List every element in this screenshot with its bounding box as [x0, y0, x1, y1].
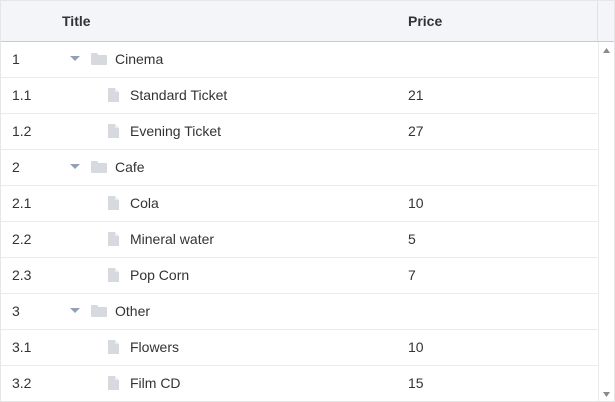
row-number: 2.2 — [12, 231, 32, 247]
row-number: 1.2 — [12, 123, 32, 139]
row-title-cell: Pop Corn — [62, 258, 398, 293]
vertical-scrollbar[interactable] — [598, 42, 614, 401]
scroll-up-icon[interactable] — [603, 48, 610, 53]
file-icon — [108, 376, 119, 390]
file-icon — [108, 340, 119, 354]
row-number: 2 — [12, 159, 20, 175]
row-title-cell: Mineral water — [62, 222, 398, 257]
row-title: Cola — [130, 195, 159, 211]
folder-icon — [91, 305, 107, 317]
header-divider — [597, 1, 598, 41]
table-row[interactable]: 3 Other — [1, 294, 598, 330]
table-row[interactable]: 2.1 Cola 10 — [1, 186, 598, 222]
grid-header: Title Price — [1, 1, 614, 42]
header-title[interactable]: Title — [62, 1, 91, 41]
row-title: Evening Ticket — [130, 123, 222, 139]
row-title: Film CD — [130, 375, 181, 391]
row-title-cell: Cola — [62, 186, 398, 221]
file-icon — [108, 232, 119, 246]
row-price: 10 — [408, 339, 424, 355]
row-title-cell: Other — [62, 294, 398, 329]
row-title: Other — [115, 303, 151, 319]
grid-body: 1 Cinema 1.1 Standard Ticket 21 1.2 Even… — [1, 42, 598, 401]
row-title-cell: Evening Ticket — [62, 114, 398, 149]
table-row[interactable]: 1.1 Standard Ticket 21 — [1, 78, 598, 114]
chevron-down-icon[interactable] — [69, 55, 81, 63]
row-title-cell: Film CD — [62, 366, 398, 401]
row-title: Flowers — [130, 339, 180, 355]
row-price: 7 — [408, 267, 416, 283]
table-row[interactable]: 3.2 Film CD 15 — [1, 366, 598, 401]
row-title-cell: Cinema — [62, 42, 398, 77]
table-row[interactable]: 3.1 Flowers 10 — [1, 330, 598, 366]
row-title-cell: Cafe — [62, 150, 398, 185]
table-row[interactable]: 2.2 Mineral water 5 — [1, 222, 598, 258]
row-number: 3 — [12, 303, 20, 319]
scroll-down-icon[interactable] — [603, 392, 610, 397]
row-title: Cafe — [115, 159, 145, 175]
file-icon — [108, 124, 119, 138]
row-price: 21 — [408, 87, 424, 103]
file-icon — [108, 268, 119, 282]
row-title: Standard Ticket — [130, 87, 228, 103]
row-number: 1.1 — [12, 87, 32, 103]
tree-grid: Title Price 1 Cinema 1.1 Standard Ticket… — [0, 0, 615, 402]
row-price: 5 — [408, 231, 416, 247]
row-title: Cinema — [115, 51, 164, 67]
row-number: 2.1 — [12, 195, 32, 211]
row-price: 10 — [408, 195, 424, 211]
chevron-down-icon[interactable] — [69, 307, 81, 315]
table-row[interactable]: 2 Cafe — [1, 150, 598, 186]
table-row[interactable]: 1 Cinema — [1, 42, 598, 78]
row-title: Mineral water — [130, 231, 215, 247]
table-row[interactable]: 2.3 Pop Corn 7 — [1, 258, 598, 294]
file-icon — [108, 88, 119, 102]
folder-icon — [91, 161, 107, 173]
header-price[interactable]: Price — [408, 1, 442, 41]
row-number: 3.2 — [12, 375, 32, 391]
folder-icon — [91, 53, 107, 65]
table-row[interactable]: 1.2 Evening Ticket 27 — [1, 114, 598, 150]
row-number: 3.1 — [12, 339, 32, 355]
row-title-cell: Flowers — [62, 330, 398, 365]
chevron-down-icon[interactable] — [69, 163, 81, 171]
file-icon — [108, 196, 119, 210]
row-number: 1 — [12, 51, 20, 67]
row-number: 2.3 — [12, 267, 32, 283]
row-title: Pop Corn — [130, 267, 190, 283]
row-price: 15 — [408, 375, 424, 391]
row-price: 27 — [408, 123, 424, 139]
row-title-cell: Standard Ticket — [62, 78, 398, 113]
